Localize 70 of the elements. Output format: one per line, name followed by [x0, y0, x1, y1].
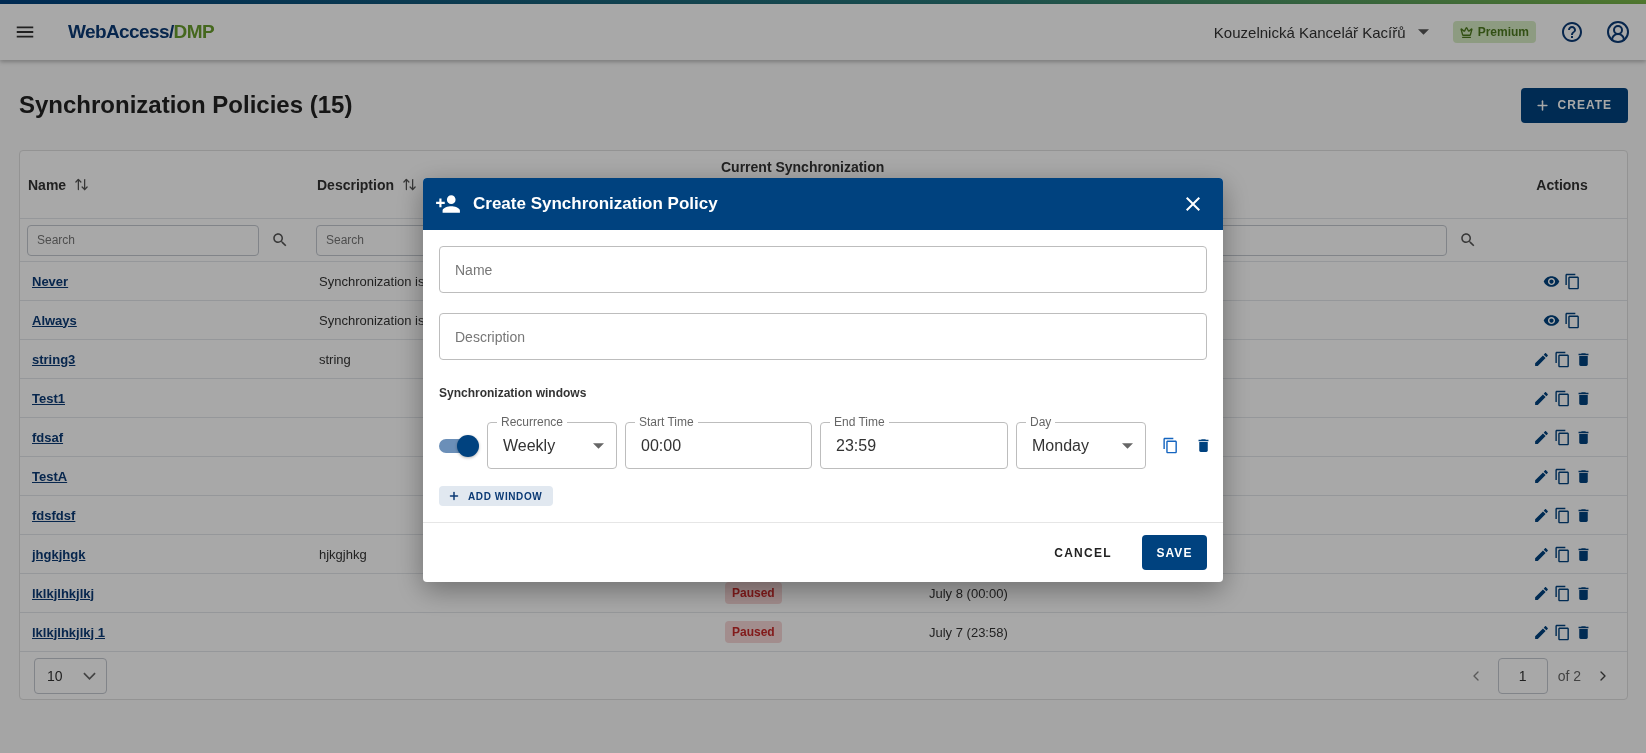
policy-link[interactable]: Always — [32, 312, 77, 328]
column-header: Name — [28, 176, 67, 193]
search-icon[interactable] — [271, 231, 289, 249]
copy-icon[interactable] — [1552, 388, 1572, 408]
add-window-button[interactable]: ADD WINDOW — [439, 486, 554, 506]
crown-icon — [1459, 25, 1473, 39]
logo: WebAccess/DMP — [68, 21, 215, 43]
description-text: string — [319, 351, 351, 367]
column-header: Current Synchronization — [721, 159, 885, 175]
copy-icon[interactable] — [1552, 349, 1572, 369]
toggle-switch[interactable] — [439, 433, 479, 458]
page-title: Synchronization Policies (15) — [19, 91, 353, 119]
field-label: Day — [1026, 415, 1056, 429]
caret-icon — [1417, 29, 1429, 35]
policy-link[interactable]: lklkjlhkjlkj 1 — [32, 624, 105, 640]
column-header: Actions — [1536, 176, 1588, 193]
copy-icon[interactable] — [1552, 544, 1572, 564]
policy-link[interactable]: fdsfdsf — [32, 507, 76, 523]
caret-icon — [1122, 442, 1133, 449]
field-value: Monday — [1032, 436, 1089, 455]
policy-link[interactable]: Test1 — [32, 390, 65, 406]
description-field[interactable]: Description — [439, 313, 1207, 360]
next-sync-text: July 7 (23:58) — [929, 624, 1008, 640]
end-time-field[interactable]: End Time 23:59 — [820, 414, 1008, 469]
description-text: hjkgjhkg — [319, 546, 367, 562]
day-select[interactable]: Day Monday — [1016, 414, 1146, 469]
copy-icon[interactable] — [1552, 466, 1572, 486]
policy-link[interactable]: jhgkjhgk — [32, 546, 86, 562]
page-number-field[interactable]: 1 — [1497, 657, 1548, 694]
section-label: Synchronization windows — [439, 386, 588, 400]
start-time-field[interactable]: Start Time 00:00 — [625, 414, 812, 469]
recurrence-select[interactable]: Recurrence Weekly — [487, 414, 617, 469]
column-header: Description — [317, 176, 394, 193]
policy-link[interactable]: Never — [32, 273, 69, 289]
organization-select[interactable]: Kouzelnická Kancelář Kacířů — [1207, 22, 1435, 42]
plus-icon — [448, 490, 460, 502]
status-tag: Paused — [725, 621, 782, 643]
premium-badge: Premium — [1452, 21, 1536, 43]
copy-icon[interactable] — [1552, 505, 1572, 525]
caret-icon — [593, 442, 604, 449]
sort-icon[interactable] — [74, 177, 90, 192]
search-icon[interactable] — [1459, 231, 1477, 249]
field-label: Start Time — [635, 415, 698, 429]
chevron-down-icon — [83, 671, 96, 680]
status-tag: Paused — [725, 582, 782, 604]
create-button[interactable]: CREATE — [1520, 87, 1628, 123]
page-size-select[interactable]: 10 — [34, 657, 107, 694]
copy-icon[interactable] — [1563, 271, 1582, 291]
copy-icon[interactable] — [1552, 427, 1572, 447]
page-count: of 2 — [1557, 667, 1581, 684]
copy-icon[interactable] — [1552, 622, 1572, 642]
dialog-title: Create Synchronization Policy — [473, 194, 719, 214]
copy-icon[interactable] — [1552, 583, 1572, 603]
name-field[interactable]: Name — [439, 246, 1207, 293]
field-label: End Time — [830, 415, 889, 429]
policy-link[interactable]: fdsaf — [32, 429, 64, 445]
copy-icon[interactable] — [1563, 310, 1582, 330]
plus-icon — [1534, 97, 1550, 113]
cancel-button[interactable]: CANCEL — [1046, 537, 1120, 568]
save-button[interactable]: SAVE — [1142, 535, 1207, 570]
field-value: Weekly — [503, 436, 556, 455]
field-value: 23:59 — [836, 436, 877, 455]
policy-link[interactable]: lklkjlhkjlkj — [32, 585, 95, 601]
field-label: Recurrence — [497, 415, 568, 429]
field-value: 00:00 — [641, 436, 682, 455]
search-field[interactable]: Search — [27, 224, 259, 256]
sort-icon[interactable] — [402, 177, 417, 192]
next-sync-text: July 8 (00:00) — [929, 585, 1008, 601]
policy-link[interactable]: TestA — [32, 468, 68, 484]
policy-link[interactable]: string3 — [32, 351, 76, 367]
